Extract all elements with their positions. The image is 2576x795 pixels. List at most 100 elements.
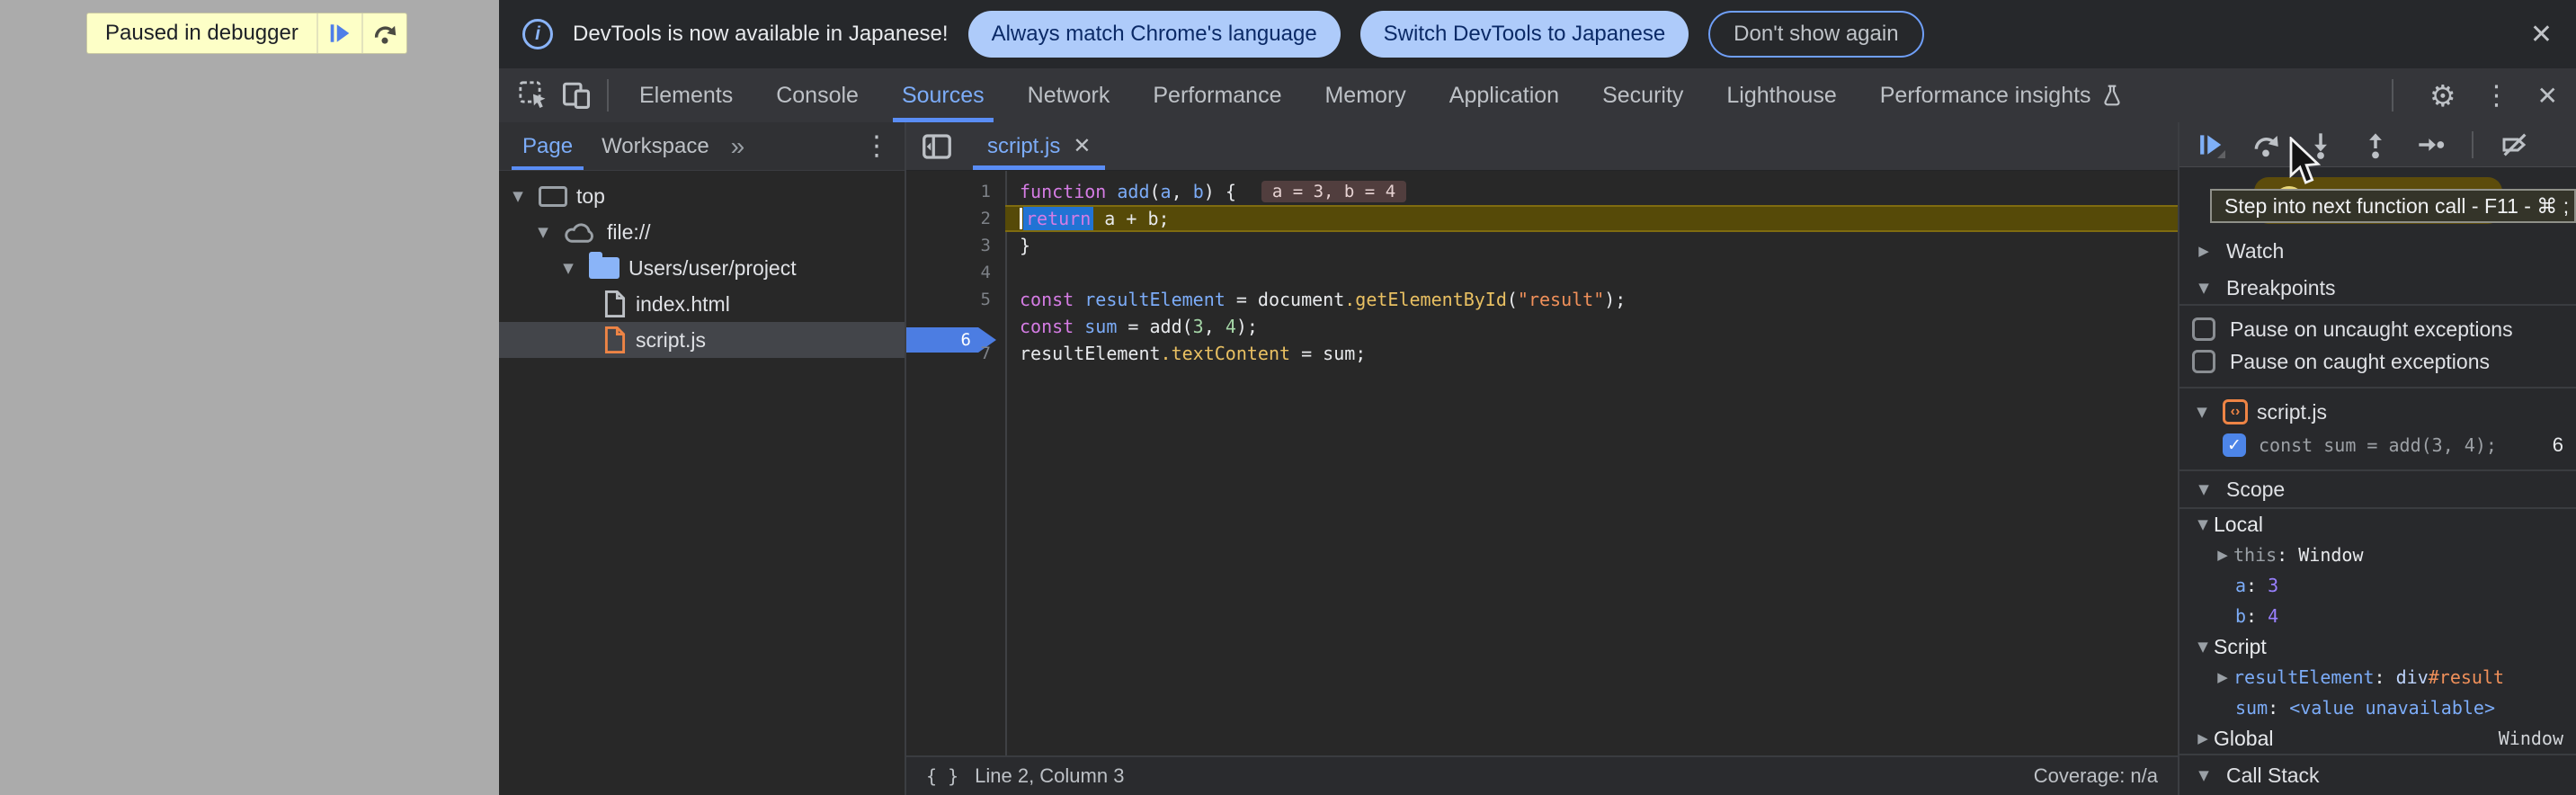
checkbox-unchecked[interactable] xyxy=(2192,350,2215,373)
resume-script-button[interactable] xyxy=(2196,130,2226,160)
token-keyword: const xyxy=(1020,316,1084,337)
token-number: 3 xyxy=(1193,316,1204,337)
pause-uncaught-exceptions-row[interactable]: Pause on uncaught exceptions xyxy=(2179,313,2576,345)
notification-close-button[interactable]: ✕ xyxy=(2530,19,2553,50)
chevron-collapsed-icon: ▶ xyxy=(2192,730,2214,746)
step-out-button[interactable] xyxy=(2360,130,2391,160)
checkbox-label: Pause on caught exceptions xyxy=(2230,350,2490,374)
breakpoint-file-row[interactable]: ▼ ‹› script.js xyxy=(2179,396,2576,428)
breakpoint-code: const sum = add(3, 4); xyxy=(2259,434,2497,456)
token-string: "result" xyxy=(1518,289,1604,310)
section-breakpoints[interactable]: ▼ Breakpoints xyxy=(2179,272,2576,306)
tree-item-file-scheme[interactable]: ▼ file:// xyxy=(499,214,905,250)
tab-label: Performance insights xyxy=(1880,83,2091,109)
tab-network[interactable]: Network xyxy=(1006,68,1132,122)
scope-sum-row[interactable]: sum: <value unavailable> xyxy=(2179,692,2576,723)
tab-close-button[interactable]: ✕ xyxy=(1073,133,1091,159)
section-call-stack[interactable]: ▼ Call Stack xyxy=(2179,754,2576,795)
step-button[interactable] xyxy=(2415,130,2446,160)
device-toolbar-icon xyxy=(561,80,592,111)
file-tree: ▼ top ▼ file:// ▼ Users/user/ xyxy=(499,171,905,795)
pretty-print-icon[interactable]: { } xyxy=(926,765,958,787)
step-over-icon xyxy=(372,21,397,46)
script-document-icon xyxy=(603,326,627,354)
token: ); xyxy=(1236,316,1258,337)
line-number[interactable]: 2 xyxy=(906,209,1005,228)
scope-colon: : xyxy=(2268,697,2289,719)
tab-sources[interactable]: Sources xyxy=(880,68,1006,122)
chevron-expanded-icon: ▼ xyxy=(506,188,530,204)
tab-security[interactable]: Security xyxy=(1581,68,1705,122)
token: ) { xyxy=(1204,181,1236,202)
chevron-expanded-icon: ▼ xyxy=(531,224,555,240)
editor-tab-script-js[interactable]: script.js ✕ xyxy=(973,122,1105,170)
pause-caught-exceptions-row[interactable]: Pause on caught exceptions xyxy=(2179,345,2576,378)
scope-colon: : xyxy=(2277,544,2298,566)
switch-to-japanese-button[interactable]: Switch DevTools to Japanese xyxy=(1360,11,1689,58)
navigator-tabs: Page Workspace » ⋮ xyxy=(499,122,905,171)
more-options-button[interactable]: ⋮ xyxy=(2483,80,2510,112)
tab-label: Network xyxy=(1028,83,1110,109)
line-number[interactable]: 7 xyxy=(906,344,1005,363)
more-tabs-button[interactable]: » xyxy=(731,132,745,161)
breakpoint-file-label: script.js xyxy=(2257,400,2327,424)
document-icon xyxy=(603,290,627,318)
scope-resultelement-row[interactable]: ▶ resultElement: div#result xyxy=(2179,662,2576,692)
token: = xyxy=(1117,316,1149,337)
navigator-tab-workspace[interactable]: Workspace xyxy=(587,122,724,170)
tree-item-top[interactable]: ▼ top xyxy=(499,178,905,214)
scope-global-row[interactable]: ▶ Global Window xyxy=(2179,723,2576,754)
navigator-tab-page[interactable]: Page xyxy=(508,122,587,170)
token-def: resultElement xyxy=(1084,289,1226,310)
section-watch[interactable]: ▶ Watch xyxy=(2179,230,2576,272)
tab-lighthouse[interactable]: Lighthouse xyxy=(1705,68,1858,122)
dont-show-again-button[interactable]: Don't show again xyxy=(1708,11,1923,58)
scope-colon: : xyxy=(2246,605,2268,627)
inspect-element-button[interactable] xyxy=(512,74,555,117)
always-match-language-button[interactable]: Always match Chrome's language xyxy=(968,11,1341,58)
token-function-name: add xyxy=(1117,181,1149,202)
resume-icon xyxy=(328,22,352,45)
scope-value: Window xyxy=(2298,544,2363,566)
line-number[interactable]: 1 xyxy=(906,182,1005,201)
line-number[interactable]: 4 xyxy=(906,263,1005,282)
navigator-more-options-button[interactable]: ⋮ xyxy=(863,130,890,162)
device-toolbar-button[interactable] xyxy=(555,74,598,117)
breakpoint-entry-row[interactable]: ✓ const sum = add(3, 4); 6 xyxy=(2179,428,2576,462)
editor-tabstrip: script.js ✕ xyxy=(906,122,2178,171)
scope-this-row[interactable]: ▶ this: Window xyxy=(2179,540,2576,570)
chevron-expanded-icon: ▼ xyxy=(2192,767,2215,783)
scope-header[interactable]: ▼ Scope xyxy=(2179,471,2576,509)
toggle-navigator-button[interactable] xyxy=(915,125,958,168)
tab-application[interactable]: Application xyxy=(1428,68,1581,122)
code-editor[interactable]: 1 function add(a, b) { a = 3, b = 4 2 re… xyxy=(906,171,2178,755)
token-param: a xyxy=(1161,181,1172,202)
settings-gear-button[interactable]: ⚙ xyxy=(2429,78,2456,113)
devtools-close-button[interactable]: ✕ xyxy=(2537,81,2558,111)
script-file-icon: ‹› xyxy=(2223,399,2248,424)
token: ( xyxy=(1507,289,1518,310)
tab-label: Page xyxy=(522,134,573,159)
token-paused-keyword: return xyxy=(1023,207,1093,230)
step-over-button[interactable] xyxy=(361,13,406,53)
checkbox-unchecked[interactable] xyxy=(2192,317,2215,341)
tree-item-script-js[interactable]: script.js xyxy=(499,322,905,358)
tree-item-project-folder[interactable]: ▼ Users/user/project xyxy=(499,250,905,286)
tab-memory[interactable]: Memory xyxy=(1303,68,1427,122)
tab-performance-insights[interactable]: Performance insights xyxy=(1858,68,2145,122)
scope-local-row[interactable]: ▼ Local xyxy=(2179,509,2576,540)
line-number[interactable]: 5 xyxy=(906,290,1005,309)
scope-b-row[interactable]: b: 4 xyxy=(2179,601,2576,631)
tree-item-index-html[interactable]: index.html xyxy=(499,286,905,322)
resume-script-button[interactable] xyxy=(316,13,361,53)
token: , xyxy=(1204,316,1226,337)
line-number[interactable]: 3 xyxy=(906,236,1005,255)
tab-performance[interactable]: Performance xyxy=(1131,68,1303,122)
tab-console[interactable]: Console xyxy=(754,68,880,122)
deactivate-breakpoints-button[interactable] xyxy=(2500,130,2530,160)
tab-elements[interactable]: Elements xyxy=(618,68,754,122)
step-over-button[interactable] xyxy=(2251,130,2281,160)
scope-script-row[interactable]: ▼ Script xyxy=(2179,631,2576,662)
checkbox-checked[interactable]: ✓ xyxy=(2223,433,2246,457)
scope-a-row[interactable]: a: 3 xyxy=(2179,570,2576,601)
